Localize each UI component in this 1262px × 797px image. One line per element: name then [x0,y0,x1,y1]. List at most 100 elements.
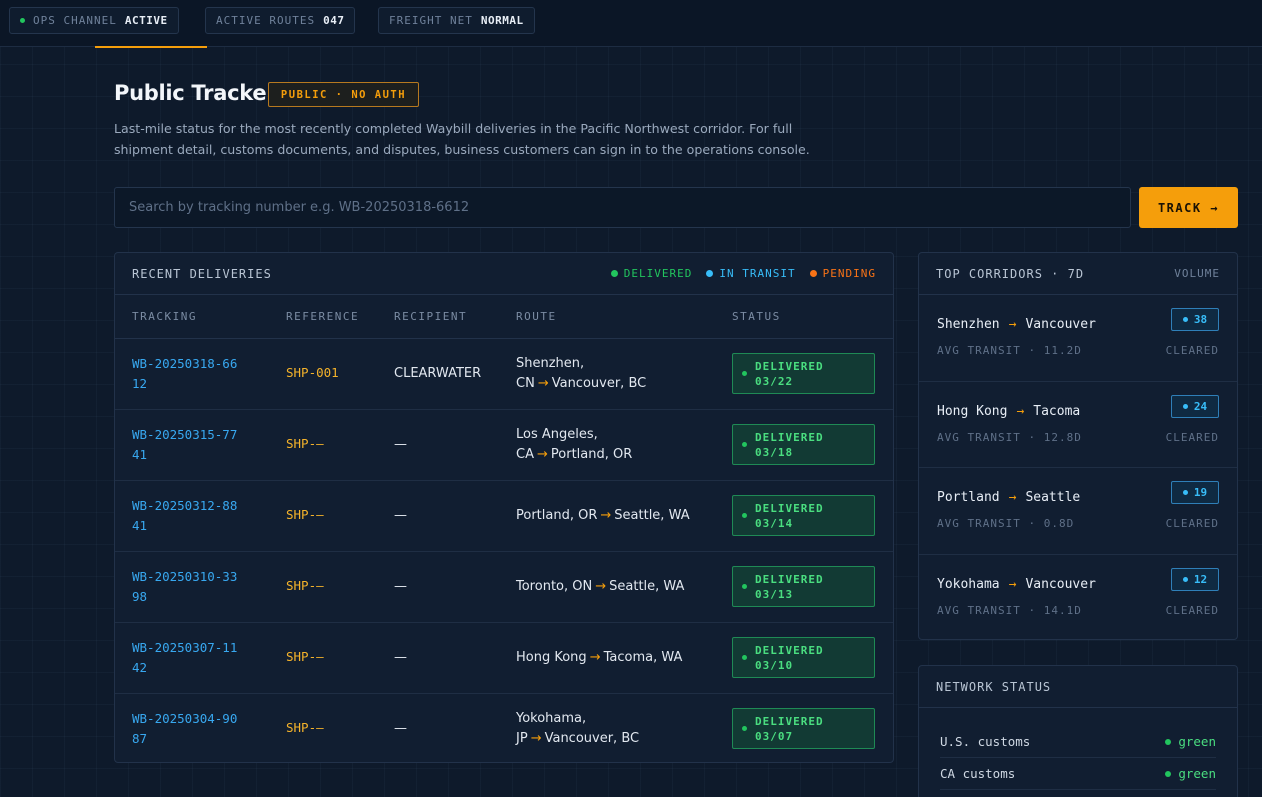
page-title: Public Tracker [114,81,277,105]
column-status: STATUS [715,295,893,339]
delivered-dot-icon [742,584,747,589]
route-value: Toronto, ON → Seattle, WA [516,577,691,597]
route-value: Yokohama, JP → Vancouver, BC [516,709,691,749]
volume-dot-icon [1182,490,1188,495]
delivered-dot-icon [742,513,747,518]
volume-value: 12 [1193,572,1208,586]
network-value: green [1165,734,1216,749]
route-arrow-icon: → [537,375,549,391]
freight-net-label: FREIGHT NET [389,14,473,27]
volume-label: VOLUME [1174,267,1220,280]
tracking-link[interactable]: WB-20250304-9087 [132,709,242,749]
recipient-value: CLEARWATER [394,365,482,381]
corridor-item: Portland → Seattle 19 AVG TRANSIT · 0.8D CLEA… [919,468,1237,555]
track-button[interactable]: TRACK → [1139,187,1238,228]
tracking-search-input[interactable] [114,187,1131,228]
avg-transit: AVG TRANSIT · 14.1D [937,603,1082,617]
corridor-arrow-icon: → [1008,490,1017,505]
status-date: 03/18 [755,445,794,459]
legend-pending: PENDING [809,267,876,280]
delivered-dot-icon [742,371,747,376]
freight-net-chip: FREIGHT NET NORMAL [378,7,535,34]
corridor-to: Vancouver [1025,576,1096,592]
recipient-value: — [394,507,407,523]
reference-value: SHP-— [286,507,324,522]
corridor-to: Seattle [1025,490,1081,505]
table-row[interactable]: WB-20250310-3398 SHP-— — Toronto, ON → Seattl… [115,551,893,623]
reference-value: SHP-— [286,578,324,593]
tracking-link[interactable]: WB-20250318-6612 [132,354,242,394]
legend-delivered: DELIVERED [610,267,693,280]
network-status-list: U.S. customs green CA customs green [919,726,1237,790]
status-badge: DELIVERED 03/18 [732,424,875,465]
ops-channel-label: OPS CHANNEL [33,14,117,27]
table-row[interactable]: WB-20250312-8841 SHP-— — Portland, OR → Seatt… [115,480,893,552]
table-row[interactable]: WB-20250307-1142 SHP-— — Hong Kong → Tacoma, … [115,622,893,694]
route-destination: Seattle, WA [609,578,685,594]
status-badge: DELIVERED 03/10 [732,637,875,678]
active-routes-value: 047 [323,14,345,27]
tracking-link[interactable]: WB-20250310-3398 [132,567,242,607]
reference-value: SHP-001 [286,365,339,380]
route-origin: Hong Kong [516,649,587,665]
route-value: Portland, OR → Seattle, WA [516,506,691,526]
route-arrow-icon: → [530,730,542,746]
top-corridors-header: TOP CORRIDORS · 7D VOLUME [919,253,1237,295]
table-row[interactable]: WB-20250318-6612 SHP-001 CLEARWATER Shenzhe… [115,338,893,410]
network-label: CA customs [940,766,1016,781]
table-header-row: TRACKING REFERENCE RECIPIENT ROUTE STATU… [115,295,893,339]
delivered-dot-icon [742,726,747,732]
route-destination: Vancouver, BC [551,375,647,391]
corridor-arrow-icon: → [1016,403,1025,419]
volume-dot-icon [1182,317,1188,322]
status-date: 03/13 [755,587,794,601]
avg-transit: AVG TRANSIT · 12.8D [937,430,1082,444]
route-origin: Portland, OR [516,507,598,523]
status-text: DELIVERED [755,359,824,373]
corridor-arrow-icon: → [1008,317,1017,332]
network-status-title: NETWORK STATUS [936,679,1052,694]
active-tab-indicator [95,46,207,48]
active-routes-label: ACTIVE ROUTES [216,14,316,27]
ops-channel-value: ACTIVE [124,14,168,27]
status-legend: DELIVERED IN TRANSIT PENDING [610,267,876,280]
volume-dot-icon [1182,576,1188,582]
top-status-bar: OPS CHANNEL ACTIVE ACTIVE ROUTES 047 FRE… [0,0,1262,47]
status-text: DELIVERED [755,501,824,515]
tracking-link[interactable]: WB-20250307-1142 [132,638,242,678]
network-status-row: U.S. customs green [940,726,1216,758]
volume-value: 24 [1193,399,1208,413]
recipient-value: — [394,436,407,452]
top-corridors-title: TOP CORRIDORS · 7D [936,266,1085,281]
corridor-meta: AVG TRANSIT · 0.8D CLEARED [937,517,1219,530]
delivered-dot-icon [742,442,747,447]
route-value: Hong Kong → Tacoma, WA [516,648,691,668]
status-dot-icon [1165,738,1172,745]
status-date: 03/10 [755,658,794,672]
route-destination: Tacoma, WA [603,649,683,665]
route-arrow-icon: → [600,507,612,523]
table-row[interactable]: WB-20250315-7741 SHP-— — Los Angeles, CA → Po… [115,409,893,481]
column-recipient: RECIPIENT [377,295,499,339]
tracking-link[interactable]: WB-20250312-8841 [132,496,242,536]
reference-value: SHP-— [286,436,324,451]
status-badge: DELIVERED 03/14 [732,495,875,536]
corridor-to: Vancouver [1025,317,1096,332]
status-dot-icon [20,18,25,23]
table-row[interactable]: WB-20250304-9087 SHP-— — Yokohama, JP → Vanco… [115,693,893,764]
column-reference: REFERENCE [269,295,377,339]
status-badge: DELIVERED 03/07 [732,708,875,750]
status-text: DELIVERED [755,430,824,444]
avg-transit: AVG TRANSIT · 11.2D [937,344,1082,357]
network-value: green [1165,766,1216,781]
column-route: ROUTE [499,295,715,339]
route-destination: Vancouver, BC [544,730,640,746]
tracking-link[interactable]: WB-20250315-7741 [132,425,242,465]
avg-transit: AVG TRANSIT · 0.8D [937,517,1075,530]
route-arrow-icon: → [595,578,607,594]
deliveries-table: TRACKING REFERENCE RECIPIENT ROUTE STATU… [115,295,893,764]
network-status-row: CA customs green [940,758,1216,790]
in-transit-dot-icon [706,270,714,277]
corridor-meta: AVG TRANSIT · 11.2D CLEARED [937,344,1219,357]
corridor-item: Hong Kong → Tacoma 24 AVG TRANSIT · 12.8D CLE… [919,382,1237,468]
